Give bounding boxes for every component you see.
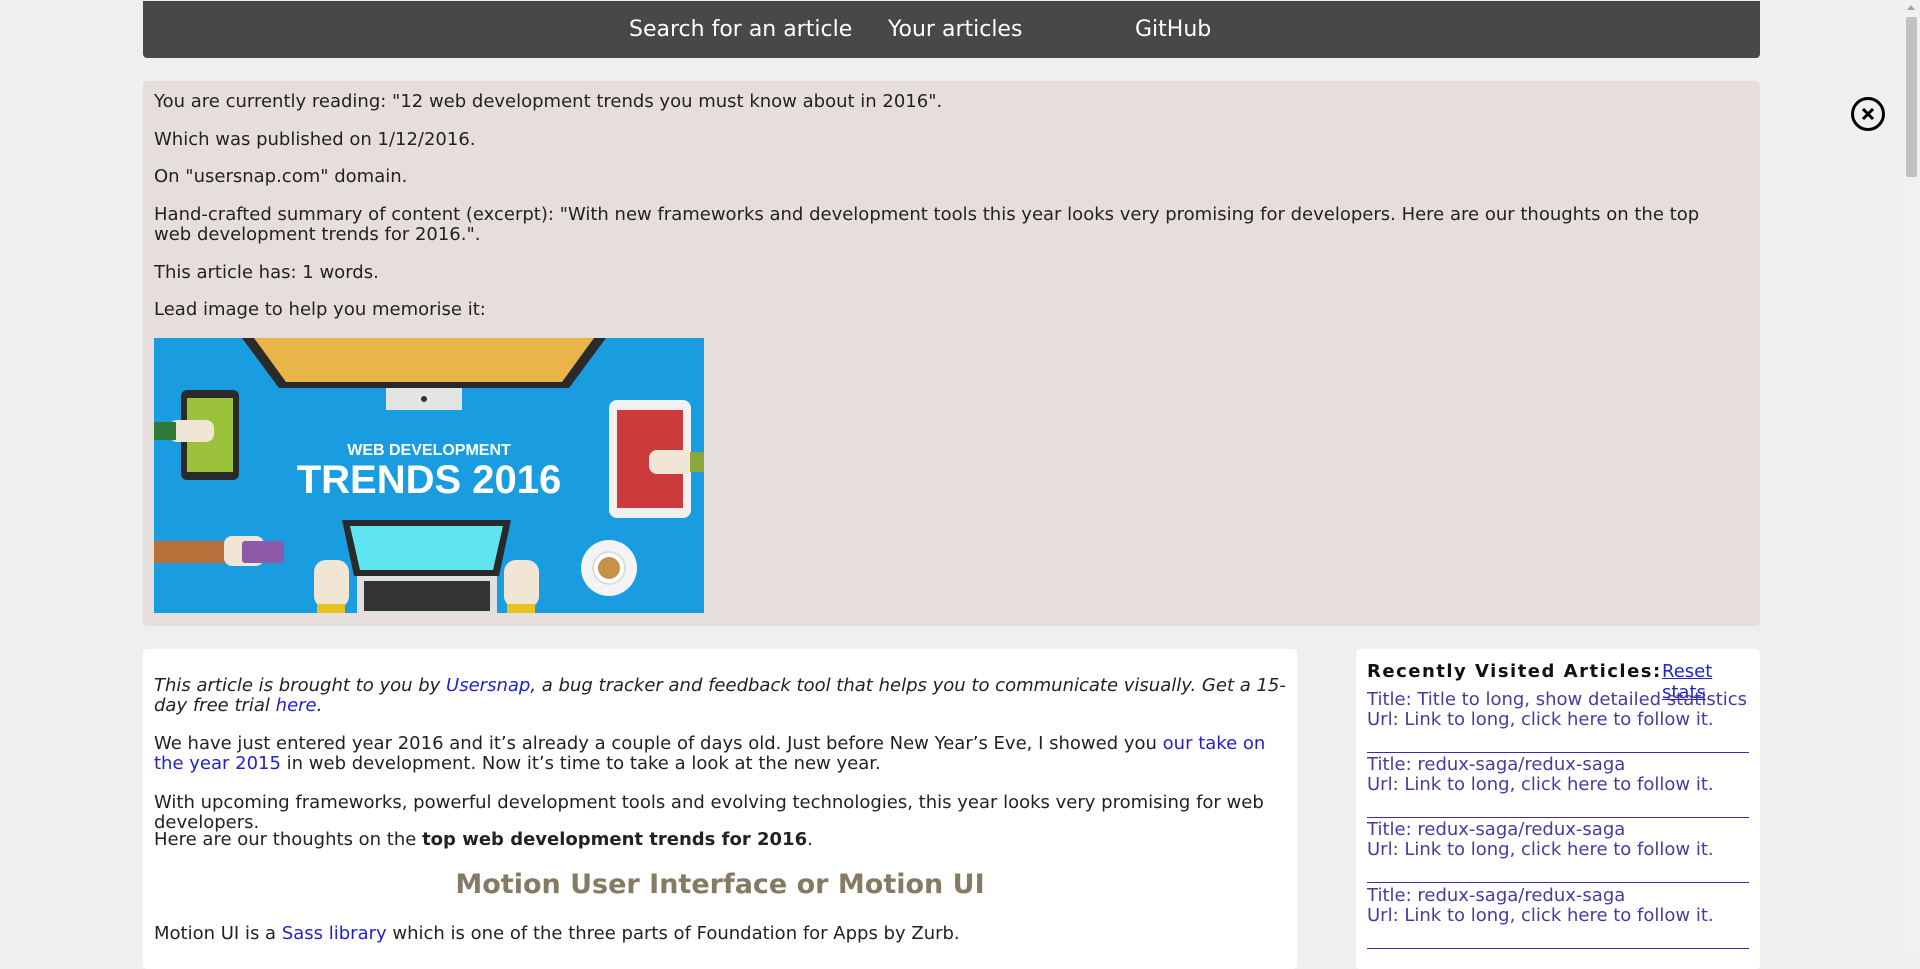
p1-text: We have just entered year 2016 and it’s … <box>154 733 1163 754</box>
nav-search-link[interactable]: Search for an article <box>629 18 852 42</box>
top-nav-bar: Search for an article Your articles GitH… <box>143 1 1760 58</box>
sponsor-intro-end: . <box>316 695 323 716</box>
section-heading: Motion User Interface or Motion UI <box>455 869 985 900</box>
article-paragraph-3: Here are our thoughts on the top web dev… <box>154 830 1289 850</box>
p4-text: Motion UI is a <box>154 923 282 944</box>
visited-article-title: Title: redux-saga/redux-saga <box>1367 886 1626 906</box>
reading-title-line: You are currently reading: "12 web devel… <box>154 91 943 112</box>
usersnap-link[interactable]: Usersnap <box>446 675 530 696</box>
reading-domain-line: On "usersnap.com" domain. <box>154 166 408 187</box>
reading-wordcount-line: This article has: 1 words. <box>154 262 379 283</box>
p3-bold: top web development trends for 2016 <box>422 829 808 850</box>
visited-article-item[interactable]: Title: redux-saga/redux-saga Url: Link t… <box>1367 755 1749 818</box>
article-content: This article is brought to you by Usersn… <box>143 649 1297 969</box>
visited-article-url[interactable]: Url: Link to long, click here to follow … <box>1367 906 1749 926</box>
article-paragraph-2: With upcoming frameworks, powerful devel… <box>154 792 1264 833</box>
scrollbar-thumb[interactable] <box>1906 17 1917 177</box>
visited-article-title: Title: Title to long, show detailed stat… <box>1367 690 1749 710</box>
p3-text-end: . <box>807 829 813 850</box>
free-trial-link[interactable]: here <box>276 695 317 716</box>
reading-lead-image-label: Lead image to help you memorise it: <box>154 299 486 320</box>
sponsor-intro-text: This article is brought to you by <box>154 675 447 696</box>
visited-article-title: Title: redux-saga/redux-saga <box>1367 755 1626 775</box>
sass-library-link[interactable]: Sass library <box>282 923 387 944</box>
close-icon[interactable] <box>1851 97 1885 131</box>
lead-image: WEB DEVELOPMENT TRENDS 2016 <box>154 338 704 613</box>
nav-your-articles-link[interactable]: Your articles <box>888 18 1022 42</box>
currently-reading-panel: You are currently reading: "12 web devel… <box>143 81 1885 626</box>
sidebar-title: Recently Visited Articles: <box>1367 661 1662 682</box>
p4-text-end: which is one of the three parts of Found… <box>386 923 960 944</box>
reading-summary-line: Hand-crafted summary of content (excerpt… <box>154 204 1700 245</box>
reading-published-line: Which was published on 1/12/2016. <box>154 129 476 150</box>
page-scrollbar[interactable] <box>1903 0 1920 950</box>
sponsor-intro: This article is brought to you by Usersn… <box>154 676 1289 716</box>
visited-article-item[interactable]: Title: Title to long, show detailed stat… <box>1367 690 1749 753</box>
visited-article-url[interactable]: Url: Link to long, click here to follow … <box>1367 710 1749 730</box>
article-paragraph-4: Motion UI is a Sass library which is one… <box>154 924 1289 944</box>
p1-text-end: in web development. Now it’s time to tak… <box>280 753 881 774</box>
scroll-up-icon[interactable] <box>1907 5 1915 10</box>
visited-article-url[interactable]: Url: Link to long, click here to follow … <box>1367 840 1749 860</box>
nav-github-link[interactable]: GitHub <box>1135 18 1211 42</box>
visited-article-title: Title: redux-saga/redux-saga <box>1367 820 1626 840</box>
recently-visited-sidebar: Recently Visited Articles: Reset stats T… <box>1356 649 1760 969</box>
visited-article-item[interactable]: Title: redux-saga/redux-saga Url: Link t… <box>1367 886 1749 949</box>
article-paragraph-1: We have just entered year 2016 and it’s … <box>154 734 1289 774</box>
lead-image-kicker: WEB DEVELOPMENT <box>347 442 511 459</box>
p3-text: Here are our thoughts on the <box>154 829 423 850</box>
visited-article-item[interactable]: Title: redux-saga/redux-saga Url: Link t… <box>1367 820 1749 883</box>
lead-image-headline: TRENDS 2016 <box>297 458 562 502</box>
visited-article-url[interactable]: Url: Link to long, click here to follow … <box>1367 775 1749 795</box>
